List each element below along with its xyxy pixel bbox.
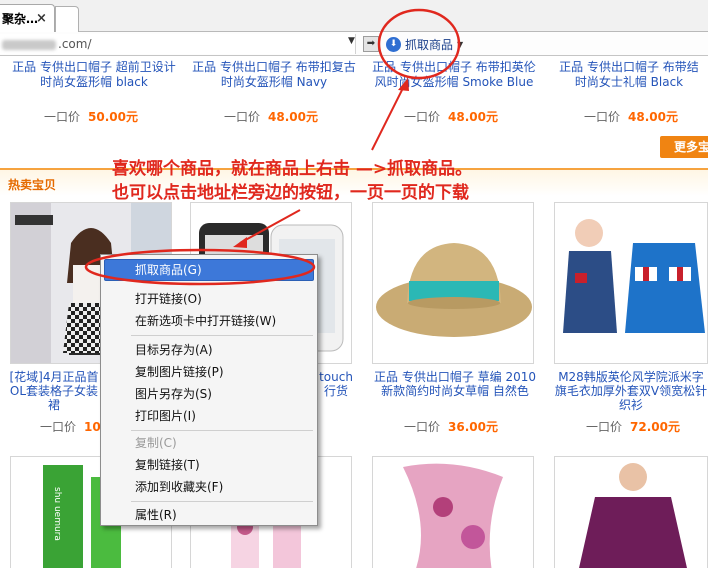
menu-highlight-overlay xyxy=(84,248,316,286)
grab-menu-item-circle xyxy=(84,248,316,286)
